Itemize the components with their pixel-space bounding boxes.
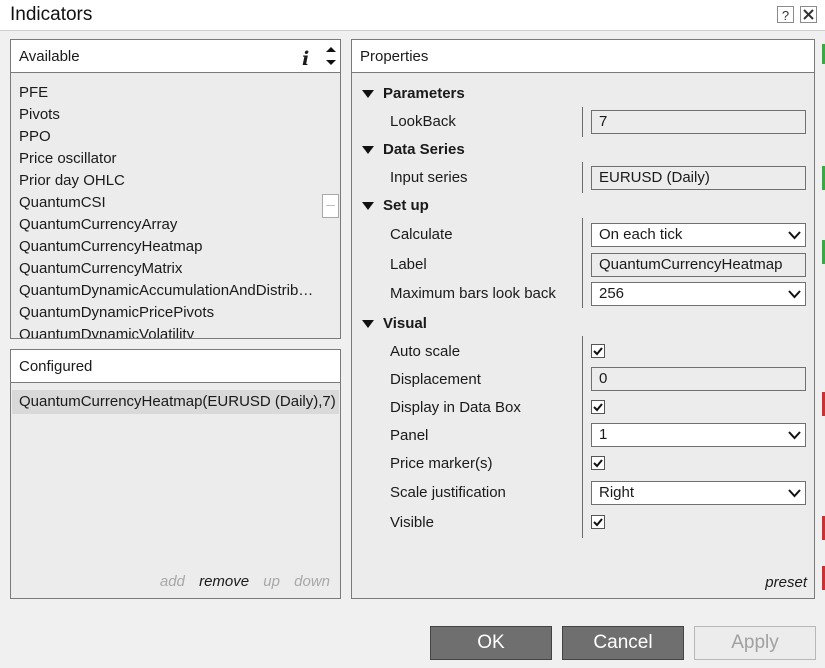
label-input[interactable]: QuantumCurrencyHeatmap	[591, 253, 806, 277]
list-item[interactable]: Pivots	[11, 104, 322, 126]
section-label: Set up	[383, 197, 429, 214]
list-item[interactable]: QuantumCurrencyArray	[11, 214, 322, 236]
auto-scale-checkbox[interactable]	[591, 344, 605, 358]
column-divider[interactable]	[582, 336, 583, 538]
cancel-button[interactable]: Cancel	[562, 626, 684, 660]
down-link[interactable]: down	[294, 573, 330, 590]
max-bars-label: Maximum bars look back	[390, 285, 556, 302]
lookback-input[interactable]: 7	[591, 110, 806, 134]
visible-checkbox[interactable]	[591, 515, 605, 529]
configured-header: Configured	[11, 350, 340, 383]
auto-scale-label: Auto scale	[390, 343, 461, 360]
scroll-thumb[interactable]	[322, 194, 339, 218]
list-item[interactable]: PPO	[11, 126, 322, 148]
scale-justification-label: Scale justification	[390, 484, 506, 501]
available-title: Available	[19, 48, 80, 65]
display-in-data-box-checkbox[interactable]	[591, 400, 605, 414]
column-divider[interactable]	[582, 107, 583, 137]
collapse-triangle-icon[interactable]	[362, 202, 374, 210]
list-item[interactable]: QuantumCSI	[11, 192, 322, 214]
available-header: Available i	[11, 40, 340, 73]
checkmark-icon	[593, 518, 603, 527]
scroll-down-arrow-icon[interactable]	[324, 58, 338, 68]
display-in-data-box-label: Display in Data Box	[390, 399, 521, 416]
scale-justification-value: Right	[599, 484, 635, 501]
calculate-select[interactable]: On each tick	[591, 223, 806, 247]
remove-link[interactable]: remove	[199, 573, 249, 590]
apply-button[interactable]: Apply	[694, 626, 816, 660]
configured-actions: add remove up down	[11, 573, 340, 590]
price-markers-label: Price marker(s)	[390, 455, 493, 472]
max-bars-value: 256	[599, 285, 625, 302]
price-markers-checkbox[interactable]	[591, 456, 605, 470]
column-divider[interactable]	[582, 162, 583, 193]
help-icon: ?	[781, 8, 790, 23]
properties-panel: Properties Parameters LookBack 7 Data Se…	[351, 39, 815, 599]
collapse-triangle-icon[interactable]	[362, 146, 374, 154]
collapse-triangle-icon[interactable]	[362, 90, 374, 98]
available-list[interactable]: PFE Pivots PPO Price oscillator Prior da…	[11, 74, 322, 338]
chevron-down-icon	[788, 290, 801, 299]
list-item[interactable]: Prior day OHLC	[11, 170, 322, 192]
configured-item-selected[interactable]: QuantumCurrencyHeatmap(EURUSD (Daily),7)	[12, 390, 339, 414]
scale-justification-select[interactable]: Right	[591, 481, 806, 505]
checkmark-icon	[593, 347, 603, 356]
input-series-field[interactable]: EURUSD (Daily)	[591, 166, 806, 190]
info-icon[interactable]: i	[302, 43, 309, 76]
close-button[interactable]	[800, 6, 817, 23]
lookback-label: LookBack	[390, 113, 456, 130]
chevron-down-icon	[788, 431, 801, 440]
displacement-label: Displacement	[390, 371, 481, 388]
close-icon	[803, 9, 814, 20]
panel-select[interactable]: 1	[591, 423, 806, 447]
properties-header: Properties	[352, 40, 814, 73]
list-item[interactable]: QuantumCurrencyMatrix	[11, 258, 322, 280]
max-bars-select[interactable]: 256	[591, 282, 806, 306]
panel-label: Panel	[390, 427, 429, 444]
checkmark-icon	[593, 459, 603, 468]
preset-link[interactable]: preset	[765, 574, 807, 591]
available-panel: Available i PFE Pivots PPO Price oscilla…	[10, 39, 341, 339]
list-item[interactable]: QuantumDynamicPricePivots	[11, 302, 322, 324]
ok-button[interactable]: OK	[430, 626, 552, 660]
available-scrollbar[interactable]	[322, 74, 340, 338]
chevron-down-icon	[788, 489, 801, 498]
section-label: Data Series	[383, 141, 465, 158]
calculate-label: Calculate	[390, 226, 453, 243]
section-label: Visual	[383, 315, 427, 332]
displacement-input[interactable]: 0	[591, 367, 806, 391]
window-title: Indicators	[10, 4, 93, 25]
list-item[interactable]: QuantumCurrencyHeatmap	[11, 236, 322, 258]
list-item[interactable]: QuantumDynamicVolatility	[11, 324, 322, 338]
label-label: Label	[390, 256, 427, 273]
title-bar: Indicators ?	[0, 0, 825, 31]
list-item[interactable]: PFE	[11, 82, 322, 104]
list-item[interactable]: Price oscillator	[11, 148, 322, 170]
checkmark-icon	[593, 403, 603, 412]
up-link[interactable]: up	[263, 573, 280, 590]
chevron-down-icon	[788, 231, 801, 240]
input-series-label: Input series	[390, 169, 468, 186]
section-label: Parameters	[383, 85, 465, 102]
panel-value: 1	[599, 426, 608, 443]
configured-panel: Configured QuantumCurrencyHeatmap(EURUSD…	[10, 349, 341, 599]
help-button[interactable]: ?	[777, 6, 794, 23]
visible-label: Visible	[390, 514, 434, 531]
add-link[interactable]: add	[160, 573, 185, 590]
collapse-triangle-icon[interactable]	[362, 320, 374, 328]
calculate-value: On each tick	[599, 226, 683, 243]
list-item[interactable]: QuantumDynamicAccumulationAndDistrib…	[11, 280, 322, 302]
scroll-up-arrow-icon[interactable]	[324, 44, 338, 54]
column-divider[interactable]	[582, 218, 583, 308]
